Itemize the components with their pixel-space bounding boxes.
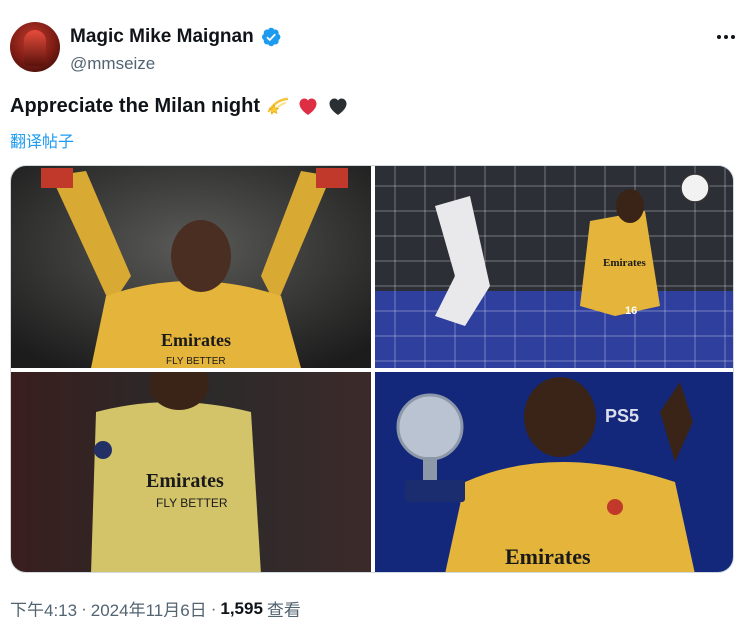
svg-text:Emirates: Emirates bbox=[161, 330, 231, 350]
tweet-metadata: 下午4:13 · 2024年11月6日 · 1,595 查看 bbox=[10, 596, 301, 617]
svg-text:PS5: PS5 bbox=[605, 406, 639, 426]
photo-goalkeeper-shouting[interactable]: Emirates FLY BETTER bbox=[11, 372, 371, 572]
avatar[interactable] bbox=[10, 22, 60, 72]
views-label: 查看 bbox=[266, 601, 301, 617]
name-row: Magic Mike Maignan bbox=[70, 26, 282, 48]
user-handle[interactable]: @mmseize bbox=[70, 54, 155, 74]
translate-post-link[interactable]: 翻译帖子 bbox=[10, 128, 74, 152]
photo-player-of-the-match-trophy[interactable]: PS5 Emirates bbox=[375, 372, 733, 572]
tweet-date[interactable]: 2024年11月6日 bbox=[91, 596, 207, 617]
dizzy-star-emoji bbox=[267, 97, 289, 115]
display-name[interactable]: Magic Mike Maignan bbox=[70, 26, 254, 48]
meta-separator: · bbox=[210, 598, 217, 617]
svg-text:Emirates: Emirates bbox=[146, 470, 224, 492]
svg-text:16: 16 bbox=[625, 305, 637, 317]
meta-separator: · bbox=[81, 598, 87, 617]
views-count: 1,595 bbox=[220, 598, 263, 617]
more-options-icon[interactable] bbox=[712, 26, 740, 48]
tweet-header: Magic Mike Maignan @mmseize bbox=[10, 20, 740, 80]
svg-text:FLY BETTER: FLY BETTER bbox=[166, 356, 226, 367]
tweet-text-row: Appreciate the Milan night bbox=[10, 94, 350, 118]
svg-text:Emirates: Emirates bbox=[505, 544, 591, 569]
svg-text:FLY BETTER: FLY BETTER bbox=[156, 496, 228, 510]
media-grid: Emirates FLY BETTER Emirates 16 Emirates… bbox=[10, 165, 734, 573]
black-heart-emoji bbox=[329, 98, 347, 115]
photo-goalkeeper-celebrating[interactable]: Emirates FLY BETTER bbox=[11, 166, 371, 368]
verified-badge-icon bbox=[261, 27, 281, 47]
tweet-time[interactable]: 下午4:13 bbox=[10, 596, 77, 617]
tweet-text: Appreciate the Milan night bbox=[10, 94, 261, 117]
red-heart-emoji bbox=[299, 98, 317, 115]
svg-text:Emirates: Emirates bbox=[603, 257, 646, 269]
photo-goalkeeper-save[interactable]: Emirates 16 bbox=[375, 166, 733, 368]
